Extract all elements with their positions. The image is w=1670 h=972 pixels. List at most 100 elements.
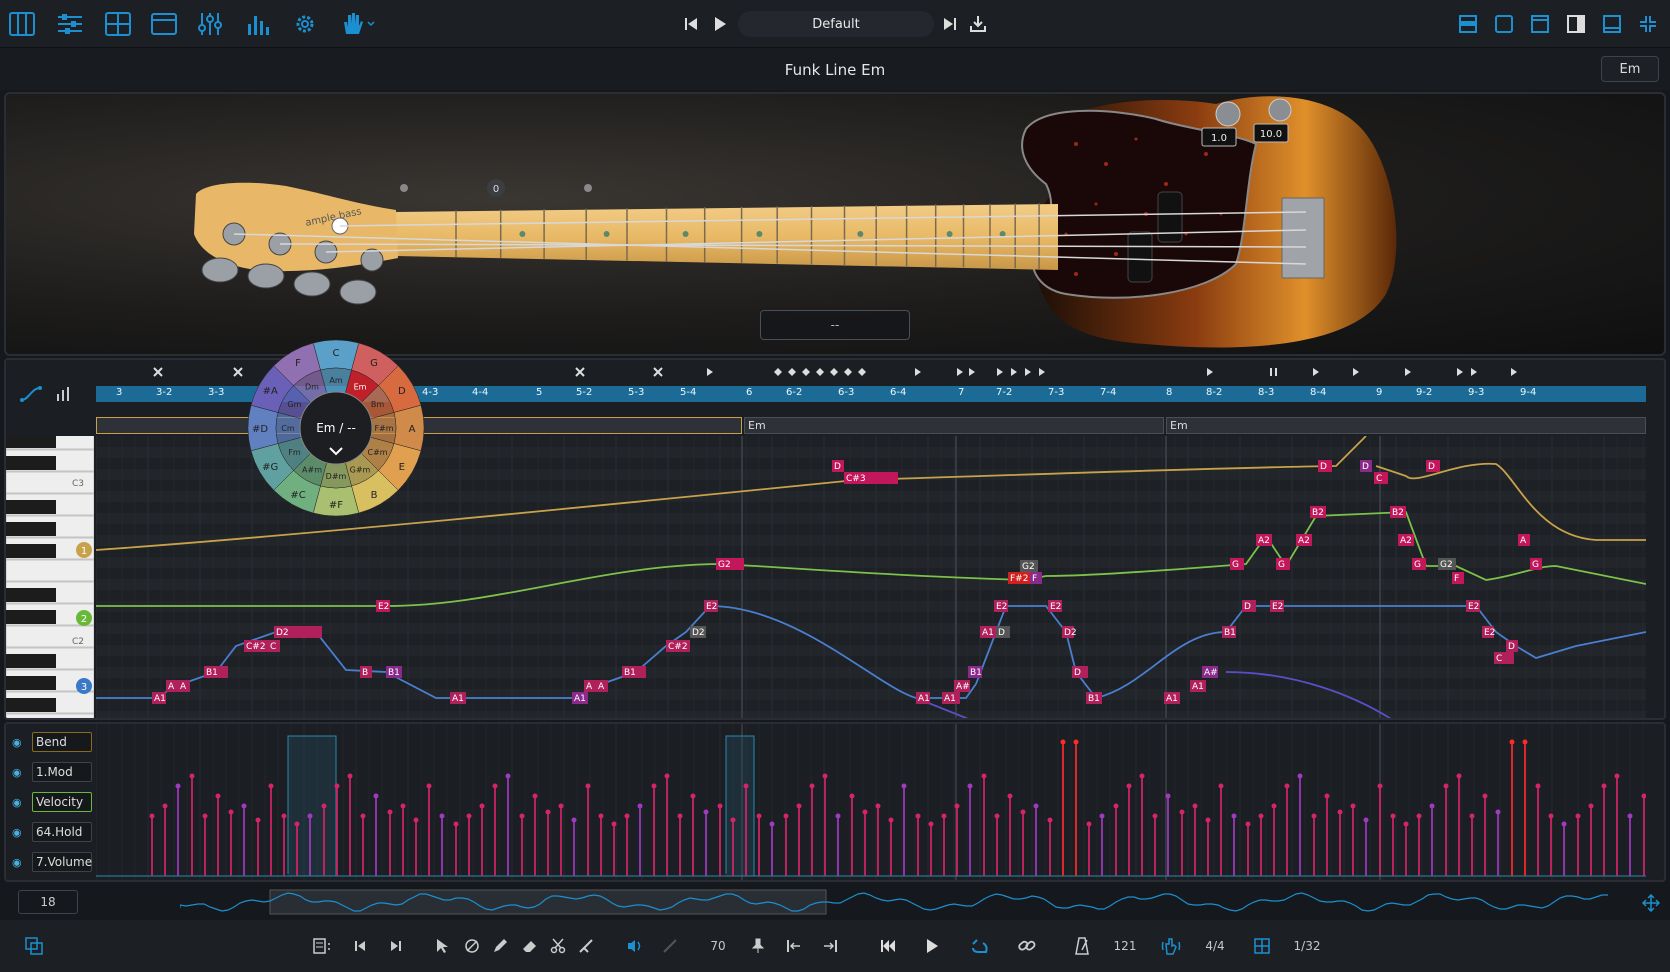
velocity-handle[interactable] (809, 783, 815, 789)
velocity-handle[interactable] (954, 803, 960, 809)
prev-note-icon[interactable] (350, 934, 370, 958)
velocity-handle[interactable] (1443, 783, 1449, 789)
align-start-icon[interactable] (784, 934, 804, 958)
velocity-handle[interactable] (967, 783, 973, 789)
marker-diamond[interactable] (830, 368, 838, 376)
velocity-handle[interactable] (730, 817, 736, 823)
velocity-handle[interactable] (611, 821, 617, 827)
play-icon[interactable] (922, 934, 942, 958)
black-key[interactable] (6, 500, 56, 514)
velocity-handle[interactable] (1218, 783, 1224, 789)
hand-icon[interactable] (338, 10, 378, 38)
black-key[interactable] (6, 544, 56, 558)
velocity-handle[interactable] (1231, 813, 1237, 819)
rewind-icon[interactable] (878, 934, 898, 958)
velocity-handle[interactable] (1258, 813, 1264, 819)
loop-icon[interactable] (968, 934, 990, 958)
velocity-handle[interactable] (981, 773, 987, 779)
metronome-icon[interactable] (1072, 934, 1092, 958)
black-key[interactable] (6, 588, 56, 602)
velocity-handle[interactable] (1641, 793, 1647, 799)
velocity-handle[interactable] (941, 813, 947, 819)
velocity-handle[interactable] (1482, 793, 1488, 799)
black-key[interactable] (6, 436, 56, 448)
velocity-handle[interactable] (334, 783, 340, 789)
velocity-handle[interactable] (1548, 813, 1554, 819)
velocity-handle[interactable] (1311, 813, 1317, 819)
marker-diamond[interactable] (788, 368, 796, 376)
zoom-value[interactable]: 18 (18, 890, 78, 914)
velocity-handle[interactable] (1324, 793, 1330, 799)
velocity-handle[interactable] (532, 793, 538, 799)
ctrl-lane-hold[interactable]: ◉ 64.Hold (12, 821, 92, 843)
velocity-handle[interactable] (519, 813, 525, 819)
link-icon[interactable] (1016, 934, 1038, 958)
velocity-handle[interactable] (479, 803, 485, 809)
marker-triangle[interactable] (1025, 368, 1031, 376)
velocity-handle[interactable] (835, 813, 841, 819)
velocity-handle[interactable] (822, 773, 828, 779)
marker-triangle[interactable] (1405, 368, 1411, 376)
collapse-icon[interactable] (1634, 10, 1662, 38)
velocity-handle[interactable] (1377, 783, 1383, 789)
velocity-handle[interactable] (466, 813, 472, 819)
pointer-icon[interactable] (432, 934, 452, 958)
velocity-handle[interactable] (769, 821, 775, 827)
velocity-handle[interactable] (743, 783, 749, 789)
velocity-handle[interactable] (413, 817, 419, 823)
pin-icon[interactable] (748, 934, 768, 958)
velocity-handle[interactable] (400, 803, 406, 809)
velocity-handle[interactable] (228, 809, 234, 815)
play-preview-icon[interactable] (706, 10, 734, 38)
black-key[interactable] (6, 676, 56, 690)
ctrl-lane-velocity[interactable]: ◉ Velocity (12, 791, 92, 813)
velocity-handle[interactable] (888, 817, 894, 823)
ctrl-label[interactable]: Bend (32, 732, 92, 752)
velocity-handle[interactable] (1575, 813, 1581, 819)
marker-diamond[interactable] (858, 368, 866, 376)
velocity-handle[interactable] (1363, 817, 1369, 823)
velocity-handle[interactable] (453, 821, 459, 827)
tap-tempo-icon[interactable] (1160, 934, 1182, 958)
fit-view-icon[interactable] (1641, 893, 1661, 916)
velocity-handle[interactable] (1601, 783, 1607, 789)
velocity-handle[interactable] (1522, 739, 1528, 745)
velocity-handle[interactable] (1403, 821, 1409, 827)
velocity-handle[interactable] (1614, 773, 1620, 779)
velocity-handle[interactable] (1152, 813, 1158, 819)
marker-triangle[interactable] (997, 368, 1003, 376)
ctrl-lane-mod[interactable]: ◉ 1.Mod (12, 761, 92, 783)
tempo-value[interactable]: 121 (1110, 934, 1140, 958)
next-preset-icon[interactable] (936, 10, 964, 38)
align-end-icon[interactable] (820, 934, 840, 958)
velocity-value[interactable]: 70 (704, 934, 732, 958)
velocity-handle[interactable] (1139, 773, 1145, 779)
mixer-sliders-icon[interactable] (56, 10, 84, 38)
marker-diamond[interactable] (802, 368, 810, 376)
velocity-handle[interactable] (1271, 803, 1277, 809)
layout-4-icon[interactable] (1562, 10, 1590, 38)
eye-icon[interactable]: ◉ (12, 856, 26, 869)
velocity-handle[interactable] (189, 773, 195, 779)
velocity-handle[interactable] (1456, 773, 1462, 779)
ctrl-lane-volume[interactable]: ◉ 7.Volume (12, 851, 92, 873)
velocity-plot[interactable] (96, 724, 1646, 882)
black-key[interactable] (6, 654, 56, 668)
velocity-handle[interactable] (1535, 783, 1541, 789)
velocity-handle[interactable] (1099, 813, 1105, 819)
velocity-handle[interactable] (1561, 821, 1567, 827)
velocity-handle[interactable] (637, 803, 643, 809)
chord-segment-2[interactable]: Em (744, 417, 1164, 434)
velocity-handle[interactable] (373, 793, 379, 799)
velocity-handle[interactable] (1429, 803, 1435, 809)
chord-wheel[interactable]: C Am G Em D Bm A F#m E C#m B G#m #F D#m #C A#m #G Fm #D Cm #… (244, 336, 428, 520)
velocity-handle[interactable] (1284, 783, 1290, 789)
quantize-value[interactable]: 1/32 (1290, 934, 1324, 958)
velocity-handle[interactable] (1627, 813, 1633, 819)
eye-icon[interactable]: ◉ (12, 736, 26, 749)
velocity-handle[interactable] (677, 813, 683, 819)
velocity-handle[interactable] (255, 817, 261, 823)
ctrl-label[interactable]: 7.Volume (32, 852, 92, 872)
marker-cross[interactable] (575, 367, 585, 377)
eye-icon[interactable]: ◉ (12, 766, 26, 779)
